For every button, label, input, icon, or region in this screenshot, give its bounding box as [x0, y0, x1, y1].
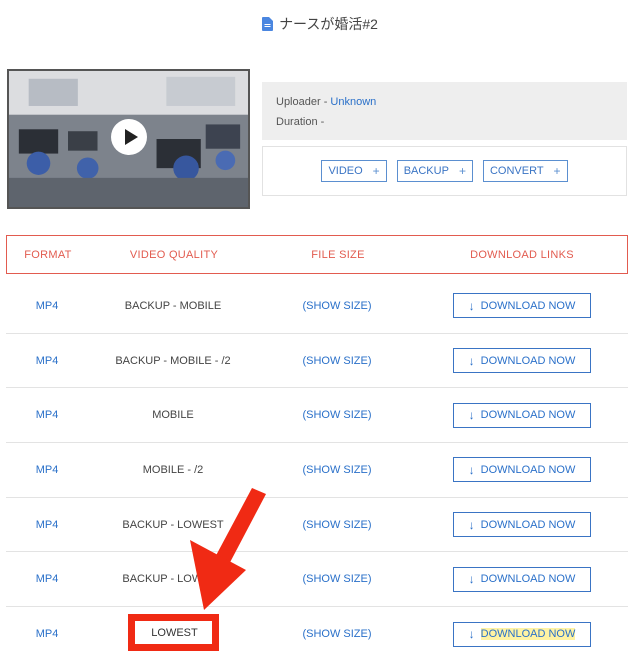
uploader-link[interactable]: Unknown — [330, 96, 376, 108]
table-row: MP4 (SHOW SIZE) ↓ DOWNLOAD NOW — [6, 607, 628, 651]
show-size-link[interactable]: (SHOW SIZE) — [258, 409, 416, 421]
quality-cell: MOBILE - /2 — [142, 463, 204, 476]
header-size: FILE SIZE — [311, 248, 365, 261]
format-link[interactable]: MP4 — [6, 409, 88, 421]
header-format: FORMAT — [24, 248, 72, 261]
action-buttons: VIDEO + BACKUP + CONVERT + — [262, 146, 627, 196]
download-arrow-icon: ↓ — [468, 627, 475, 642]
download-arrow-icon: ↓ — [468, 353, 475, 368]
download-now-button[interactable]: ↓ DOWNLOAD NOW — [453, 402, 591, 428]
download-now-button[interactable]: ↓ DOWNLOAD NOW — [453, 293, 591, 319]
download-now-button[interactable]: ↓ DOWNLOAD NOW — [453, 457, 591, 483]
table-row: MP4 BACKUP - MOBILE - /2 (SHOW SIZE) ↓ DO… — [6, 334, 628, 389]
play-button[interactable] — [111, 119, 147, 155]
show-size-link[interactable]: (SHOW SIZE) — [258, 300, 416, 312]
table-row: MP4 BACKUP - MOBILE (SHOW SIZE) ↓ DOWNLOA… — [6, 279, 628, 334]
table-row: MP4 BACKUP - LOWEST (SHOW SIZE) ↓ DOWNLOA… — [6, 498, 628, 553]
header-quality: VIDEO QUALITY — [129, 248, 219, 261]
red-annotation-arrow — [190, 488, 266, 610]
format-link[interactable]: MP4 — [6, 519, 88, 531]
format-link[interactable]: MP4 — [6, 355, 88, 367]
download-arrow-icon: ↓ — [468, 572, 475, 587]
convert-button[interactable]: CONVERT + — [482, 160, 568, 182]
format-link[interactable]: MP4 — [6, 573, 88, 585]
download-now-button[interactable]: ↓ DOWNLOAD NOW — [453, 566, 591, 592]
table-row: MP4 MOBILE - /2 (SHOW SIZE) ↓ DOWNLOAD NO… — [6, 443, 628, 498]
table-header: FORMAT VIDEO QUALITY FILE SIZE DOWNLOAD … — [6, 235, 628, 274]
arrow-head — [190, 540, 246, 610]
format-link[interactable]: MP4 — [6, 300, 88, 312]
video-info-panel: Uploader - Unknown Duration - — [262, 82, 627, 140]
quality-cell: BACKUP - MOBILE — [124, 299, 222, 312]
quality-cell: BACKUP - MOBILE - /2 — [115, 354, 231, 367]
show-size-link[interactable]: (SHOW SIZE) — [258, 573, 416, 585]
plus-icon: + — [372, 164, 380, 178]
download-arrow-icon: ↓ — [468, 462, 475, 477]
backup-button[interactable]: BACKUP + — [396, 160, 473, 182]
show-size-link[interactable]: (SHOW SIZE) — [258, 464, 416, 476]
video-button[interactable]: VIDEO + — [321, 160, 387, 182]
download-arrow-icon: ↓ — [468, 298, 475, 313]
uploader-label: Uploader - — [276, 96, 331, 108]
format-link[interactable]: MP4 — [6, 628, 88, 640]
document-icon — [262, 17, 274, 31]
quality-cell: MOBILE — [152, 409, 194, 422]
download-now-button[interactable]: ↓ DOWNLOAD NOW — [453, 512, 591, 538]
download-now-button[interactable]: ↓ DOWNLOAD NOW — [453, 348, 591, 374]
download-arrow-icon: ↓ — [468, 517, 475, 532]
download-arrow-icon: ↓ — [468, 408, 475, 423]
page-title-bar: ナースが婚活#2 — [0, 14, 640, 34]
download-now-button[interactable]: ↓ DOWNLOAD NOW — [453, 621, 591, 647]
format-link[interactable]: MP4 — [6, 464, 88, 476]
show-size-link[interactable]: (SHOW SIZE) — [258, 519, 416, 531]
page-title: ナースが婚活#2 — [279, 16, 378, 32]
video-thumbnail[interactable] — [7, 69, 250, 209]
table-row: MP4 BACKUP - LOWEST (SHOW SIZE) ↓ DOWNLOA… — [6, 552, 628, 608]
header-links: DOWNLOAD LINKS — [470, 248, 574, 261]
plus-icon: + — [553, 164, 561, 178]
duration-label: Duration - — [276, 116, 325, 128]
download-table: MP4 BACKUP - MOBILE (SHOW SIZE) ↓ DOWNLOA… — [6, 279, 628, 651]
plus-icon: + — [458, 164, 466, 178]
show-size-link[interactable]: (SHOW SIZE) — [258, 355, 416, 367]
show-size-link[interactable]: (SHOW SIZE) — [258, 628, 416, 640]
table-row: MP4 MOBILE (SHOW SIZE) ↓ DOWNLOAD NOW — [6, 388, 628, 444]
lowest-quality-label: LOWEST — [141, 624, 208, 642]
